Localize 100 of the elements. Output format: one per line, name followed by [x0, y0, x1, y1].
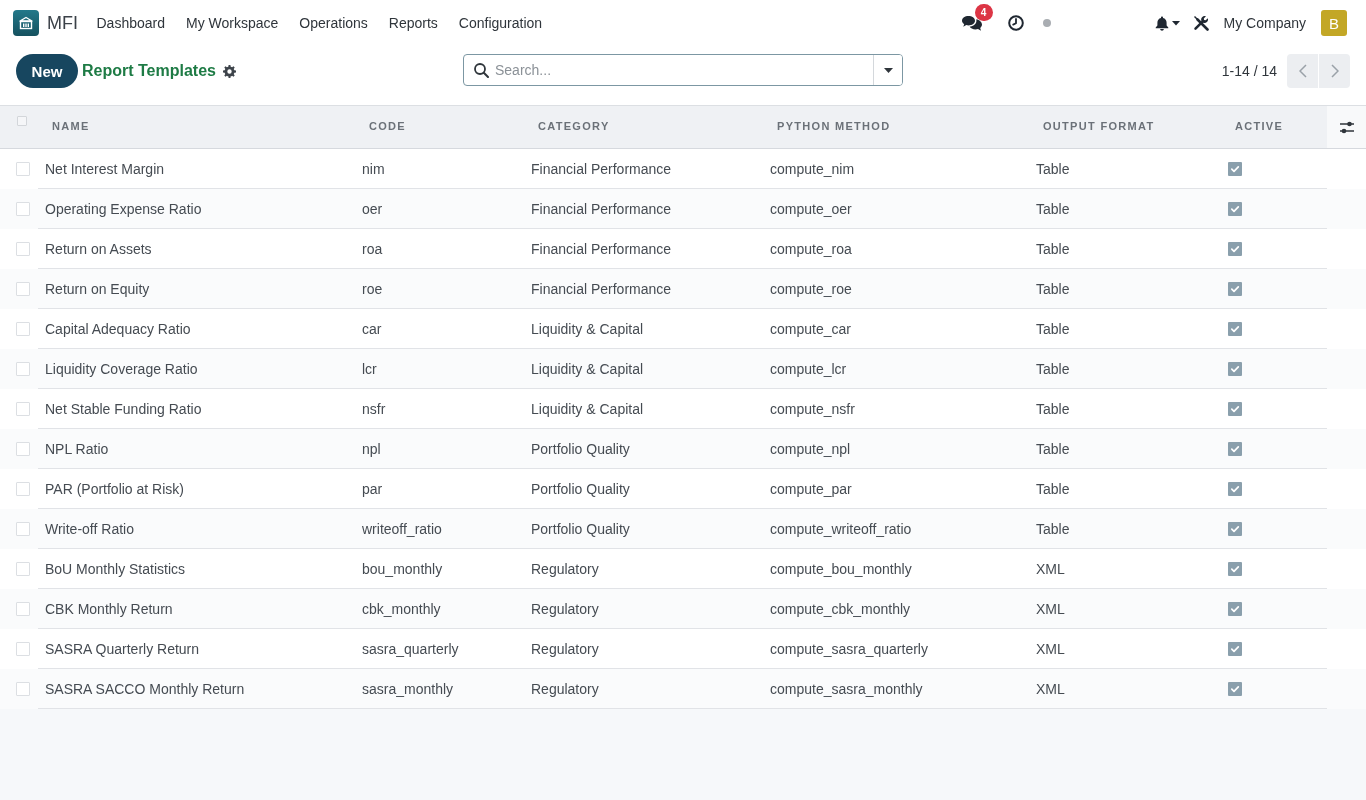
column-header[interactable]: CODE — [369, 119, 406, 132]
column-header[interactable]: ACTIVE — [1235, 119, 1284, 132]
method-name: compute_cbk_monthly — [770, 600, 911, 617]
company-menu[interactable]: My Company — [1223, 15, 1306, 31]
column-header[interactable]: CATEGORY — [538, 119, 610, 132]
active-checkbox[interactable] — [1228, 281, 1242, 296]
template-name: SASRA SACCO Monthly Return — [45, 680, 245, 697]
category-text: Portfolio Quality — [531, 440, 630, 457]
category-text: Portfolio Quality — [531, 480, 630, 497]
template-code: roa — [362, 240, 383, 257]
active-checkbox[interactable] — [1228, 321, 1242, 336]
select-all-checkbox[interactable] — [17, 116, 27, 126]
column-header[interactable]: OUTPUT FORMAT — [1043, 119, 1155, 132]
output-format: XML — [1036, 560, 1065, 577]
template-code: car — [362, 320, 382, 337]
row-checkbox[interactable] — [16, 602, 30, 616]
row-checkbox[interactable] — [16, 402, 30, 416]
active-checkbox[interactable] — [1228, 161, 1242, 176]
method-name: compute_car — [770, 320, 851, 337]
template-name: Net Interest Margin — [45, 160, 165, 177]
row-checkbox[interactable] — [16, 362, 30, 376]
template-code: bou_monthly — [362, 560, 443, 577]
method-name: compute_lcr — [770, 360, 847, 377]
clock-icon[interactable] — [1007, 15, 1024, 31]
row-checkbox[interactable] — [16, 162, 30, 176]
category-text: Liquidity & Capital — [531, 360, 644, 377]
gear-icon[interactable] — [222, 64, 236, 78]
column-header[interactable]: NAME — [52, 119, 90, 132]
template-name: Return on Equity — [45, 280, 150, 297]
output-format: Table — [1036, 320, 1070, 337]
row-checkbox[interactable] — [16, 562, 30, 576]
template-name: SASRA Quarterly Return — [45, 640, 200, 657]
active-checkbox[interactable] — [1228, 601, 1242, 616]
row-checkbox[interactable] — [16, 202, 30, 216]
message-count-badge: 4 — [974, 3, 993, 21]
active-checkbox[interactable] — [1228, 361, 1242, 376]
output-format: Table — [1036, 440, 1070, 457]
output-format: XML — [1036, 600, 1065, 617]
row-checkbox[interactable] — [16, 242, 30, 256]
sliders-icon — [1339, 120, 1354, 134]
row-checkbox[interactable] — [16, 482, 30, 496]
menu-item[interactable]: Reports — [378, 15, 449, 31]
category-text: Regulatory — [531, 680, 599, 697]
tools-icon[interactable] — [1192, 15, 1209, 31]
new-button[interactable]: New — [16, 54, 78, 88]
search-icon — [474, 62, 489, 78]
row-checkbox[interactable] — [16, 682, 30, 696]
menu-item[interactable]: Operations — [288, 15, 379, 31]
category-text: Portfolio Quality — [531, 520, 630, 537]
template-code: writeoff_ratio — [362, 520, 442, 537]
menu-item[interactable]: My Workspace — [175, 15, 289, 31]
page-title: Report Templates — [82, 62, 216, 80]
pager-value[interactable]: 1-14 / 14 — [1221, 63, 1277, 79]
menu-item[interactable]: Configuration — [448, 15, 553, 31]
template-code: npl — [362, 440, 381, 457]
row-checkbox[interactable] — [16, 322, 30, 336]
method-name: compute_roa — [770, 240, 852, 257]
bank-icon[interactable] — [13, 10, 39, 36]
chat-icon[interactable] — [961, 14, 982, 32]
method-name: compute_par — [770, 480, 852, 497]
category-text: Financial Performance — [531, 160, 672, 177]
category-text: Regulatory — [531, 640, 599, 657]
menu-item[interactable]: Dashboard — [86, 15, 176, 31]
category-text: Financial Performance — [531, 280, 672, 297]
template-code: roe — [362, 280, 383, 297]
active-checkbox[interactable] — [1228, 641, 1242, 656]
column-header[interactable]: PYTHON METHOD — [777, 119, 891, 132]
active-checkbox[interactable] — [1228, 241, 1242, 256]
row-checkbox[interactable] — [16, 442, 30, 456]
category-text: Regulatory — [531, 560, 599, 577]
bell-icon[interactable] — [1154, 15, 1169, 31]
search-input[interactable]: Search... — [495, 56, 873, 84]
active-checkbox[interactable] — [1228, 681, 1242, 696]
active-checkbox[interactable] — [1228, 201, 1242, 216]
template-name: Return on Assets — [45, 240, 152, 257]
search-options-button[interactable] — [873, 55, 902, 85]
method-name: compute_npl — [770, 440, 851, 457]
active-checkbox[interactable] — [1228, 441, 1242, 456]
template-name: PAR (Portfolio at Risk) — [45, 480, 184, 497]
method-name: compute_oer — [770, 200, 852, 217]
row-checkbox[interactable] — [16, 642, 30, 656]
category-text: Liquidity & Capital — [531, 400, 644, 417]
template-name: Liquidity Coverage Ratio — [45, 360, 198, 377]
row-checkbox[interactable] — [16, 522, 30, 536]
template-name: CBK Monthly Return — [45, 600, 173, 617]
active-checkbox[interactable] — [1228, 401, 1242, 416]
method-name: compute_nsfr — [770, 400, 855, 417]
previous-page-button[interactable] — [1287, 54, 1318, 88]
caret-icon[interactable] — [1171, 20, 1180, 26]
method-name: compute_nim — [770, 160, 855, 177]
method-name: compute_writeoff_ratio — [770, 520, 912, 537]
active-checkbox[interactable] — [1228, 521, 1242, 536]
template-name: NPL Ratio — [45, 440, 109, 457]
template-code: sasra_quarterly — [362, 640, 459, 657]
row-checkbox[interactable] — [16, 282, 30, 296]
search-field[interactable]: Search... — [463, 54, 903, 86]
active-checkbox[interactable] — [1228, 481, 1242, 496]
next-page-button[interactable] — [1319, 54, 1350, 88]
optional-columns-toggle[interactable] — [1327, 106, 1366, 148]
active-checkbox[interactable] — [1228, 561, 1242, 576]
